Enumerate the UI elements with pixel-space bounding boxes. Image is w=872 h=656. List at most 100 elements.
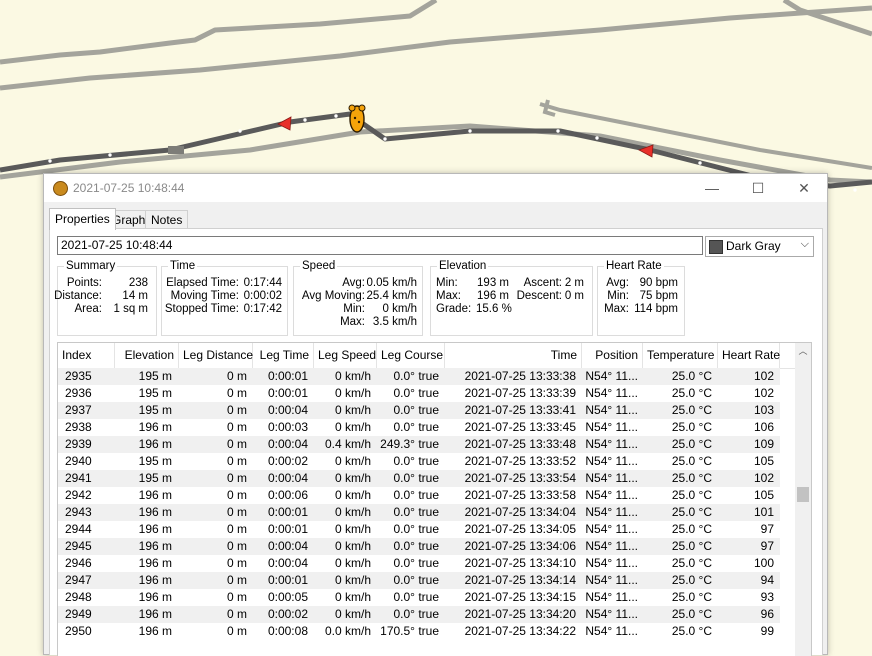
- cell-temperature: 25.0 °C: [671, 454, 712, 468]
- table-row[interactable]: 2949 196 m 0 m 0:00:02 0 km/h 0.0° true 2021-0…: [58, 606, 780, 623]
- table-row[interactable]: 2944 196 m 0 m 0:00:01 0 km/h 0.0° true 2021-0…: [58, 521, 780, 538]
- cell-leg-distance: 0 m: [226, 420, 247, 434]
- scrollbar-thumb[interactable]: [797, 487, 809, 502]
- cell-leg-course: 170.5° true: [380, 624, 439, 638]
- cell-leg-speed: 0.4 km/h: [324, 437, 371, 451]
- maximize-button[interactable]: ☐: [735, 174, 781, 202]
- column-header-index[interactable]: Index: [58, 343, 115, 368]
- chevron-down-icon: ⌵: [800, 238, 809, 250]
- table-body: 2935 195 m 0 m 0:00:01 0 km/h 0.0° true 2021-0…: [58, 368, 780, 640]
- column-header-temperature[interactable]: Temperature: [643, 343, 718, 368]
- color-swatch: [709, 240, 723, 254]
- column-header-elevation[interactable]: Elevation: [115, 343, 179, 368]
- cell-leg-speed: 0 km/h: [334, 522, 371, 536]
- color-select[interactable]: Dark Gray ⌵: [705, 236, 814, 257]
- cell-position: N54° 11...: [585, 607, 638, 621]
- chevron-up-icon[interactable]: ︿: [795, 343, 811, 359]
- heart-rate-min-value: 75 bpm: [639, 290, 678, 302]
- cell-leg-speed: 0 km/h: [334, 488, 371, 502]
- cell-elevation: 196 m: [138, 556, 172, 570]
- cell-temperature: 25.0 °C: [671, 556, 712, 570]
- cell-elevation: 196 m: [138, 624, 172, 638]
- cell-heart-rate: 97: [760, 522, 774, 536]
- table-row[interactable]: 2937 195 m 0 m 0:00:04 0 km/h 0.0° true 2021-0…: [58, 402, 780, 419]
- elevation-min-label: Min:: [436, 277, 458, 289]
- cell-heart-rate: 102: [753, 386, 774, 400]
- cell-heart-rate: 102: [753, 471, 774, 485]
- cell-leg-course: 0.0° true: [393, 556, 440, 570]
- cell-leg-distance: 0 m: [226, 505, 247, 519]
- cell-temperature: 25.0 °C: [671, 403, 712, 417]
- cell-heart-rate: 105: [753, 454, 774, 468]
- trackpoint-table[interactable]: Index Elevation Leg Distance Leg Time Le…: [57, 342, 812, 656]
- cell-time: 2021-07-25 13:34:20: [464, 607, 576, 621]
- elevation-max-value: 196 m: [477, 290, 509, 302]
- cell-elevation: 195 m: [138, 471, 172, 485]
- cell-leg-course: 0.0° true: [393, 522, 440, 536]
- close-button[interactable]: ✕: [781, 174, 827, 202]
- tab-notes[interactable]: Notes: [145, 210, 189, 229]
- column-header-position[interactable]: Position: [582, 343, 643, 368]
- elevation-grade-label: Grade:: [436, 303, 472, 315]
- cell-leg-course: 0.0° true: [393, 607, 440, 621]
- table-row[interactable]: 2942 196 m 0 m 0:00:06 0 km/h 0.0° true 2021-0…: [58, 487, 780, 504]
- cell-leg-course: 249.3° true: [380, 437, 439, 451]
- cell-elevation: 195 m: [138, 454, 172, 468]
- table-row[interactable]: 2948 196 m 0 m 0:00:05 0 km/h 0.0° true 2021-0…: [58, 589, 780, 606]
- cell-temperature: 25.0 °C: [671, 539, 712, 553]
- bear-waypoint-icon[interactable]: [348, 104, 366, 133]
- cell-elevation: 196 m: [138, 522, 172, 536]
- column-header-leg-course[interactable]: Leg Course: [377, 343, 445, 368]
- cell-elevation: 196 m: [138, 590, 172, 604]
- table-row[interactable]: 2936 195 m 0 m 0:00:01 0 km/h 0.0° true 2021-0…: [58, 385, 780, 402]
- cell-leg-distance: 0 m: [226, 522, 247, 536]
- table-row[interactable]: 2947 196 m 0 m 0:00:01 0 km/h 0.0° true 2021-0…: [58, 572, 780, 589]
- cell-index: 2950: [65, 624, 92, 638]
- table-row[interactable]: 2938 196 m 0 m 0:00:03 0 km/h 0.0° true 2021-0…: [58, 419, 780, 436]
- track-properties-window[interactable]: 2021-07-25 10:48:44 — ☐ ✕ Properties Gra…: [43, 173, 828, 656]
- cell-leg-time: 0:00:04: [267, 556, 308, 570]
- cell-time: 2021-07-25 13:33:45: [464, 420, 576, 434]
- cell-leg-distance: 0 m: [226, 556, 247, 570]
- vertical-scrollbar[interactable]: ︿: [795, 343, 811, 656]
- table-row[interactable]: 2939 196 m 0 m 0:00:04 0.4 km/h 249.3° true 20…: [58, 436, 780, 453]
- table-row[interactable]: 2941 195 m 0 m 0:00:04 0 km/h 0.0° true 2021-0…: [58, 470, 780, 487]
- cell-temperature: 25.0 °C: [671, 522, 712, 536]
- heart-rate-avg-label: Avg:: [606, 277, 629, 289]
- cell-position: N54° 11...: [585, 505, 638, 519]
- cell-heart-rate: 100: [753, 556, 774, 570]
- table-row[interactable]: 2950 196 m 0 m 0:00:08 0.0 km/h 170.5° true 20…: [58, 623, 780, 640]
- cell-leg-course: 0.0° true: [393, 573, 440, 587]
- cell-elevation: 196 m: [138, 488, 172, 502]
- table-row[interactable]: 2946 196 m 0 m 0:00:04 0 km/h 0.0° true 2021-0…: [58, 555, 780, 572]
- elevation-group-label: Elevation: [437, 259, 489, 273]
- cell-leg-distance: 0 m: [226, 454, 247, 468]
- track-name-input[interactable]: 2021-07-25 10:48:44: [57, 236, 703, 255]
- cell-elevation: 196 m: [138, 573, 172, 587]
- minimize-button[interactable]: —: [689, 174, 735, 202]
- column-header-time[interactable]: Time: [445, 343, 582, 368]
- cell-leg-course: 0.0° true: [393, 539, 440, 553]
- table-row[interactable]: 2935 195 m 0 m 0:00:01 0 km/h 0.0° true 2021-0…: [58, 368, 780, 385]
- elevation-min-value: 193 m: [477, 277, 509, 289]
- cell-leg-time: 0:00:02: [267, 454, 308, 468]
- cell-temperature: 25.0 °C: [671, 624, 712, 638]
- cell-index: 2937: [65, 403, 92, 417]
- cell-leg-time: 0:00:03: [267, 420, 308, 434]
- column-header-leg-time[interactable]: Leg Time: [253, 343, 314, 368]
- speed-max-label: Max:: [340, 316, 365, 328]
- cell-time: 2021-07-25 13:34:10: [464, 556, 576, 570]
- column-header-leg-speed[interactable]: Leg Speed: [314, 343, 377, 368]
- tab-properties[interactable]: Properties: [49, 208, 116, 230]
- cell-leg-distance: 0 m: [226, 403, 247, 417]
- table-row[interactable]: 2943 196 m 0 m 0:00:01 0 km/h 0.0° true 2021-0…: [58, 504, 780, 521]
- column-header-heart-rate[interactable]: Heart Rate: [718, 343, 780, 368]
- table-row[interactable]: 2940 195 m 0 m 0:00:02 0 km/h 0.0° true 2021-0…: [58, 453, 780, 470]
- cell-position: N54° 11...: [585, 556, 638, 570]
- column-header-leg-distance[interactable]: Leg Distance: [179, 343, 253, 368]
- elapsed-time-value: 0:17:44: [243, 277, 282, 289]
- cell-heart-rate: 109: [753, 437, 774, 451]
- cell-elevation: 195 m: [138, 403, 172, 417]
- title-bar[interactable]: 2021-07-25 10:48:44 — ☐ ✕: [44, 174, 827, 202]
- table-row[interactable]: 2945 196 m 0 m 0:00:04 0 km/h 0.0° true 2021-0…: [58, 538, 780, 555]
